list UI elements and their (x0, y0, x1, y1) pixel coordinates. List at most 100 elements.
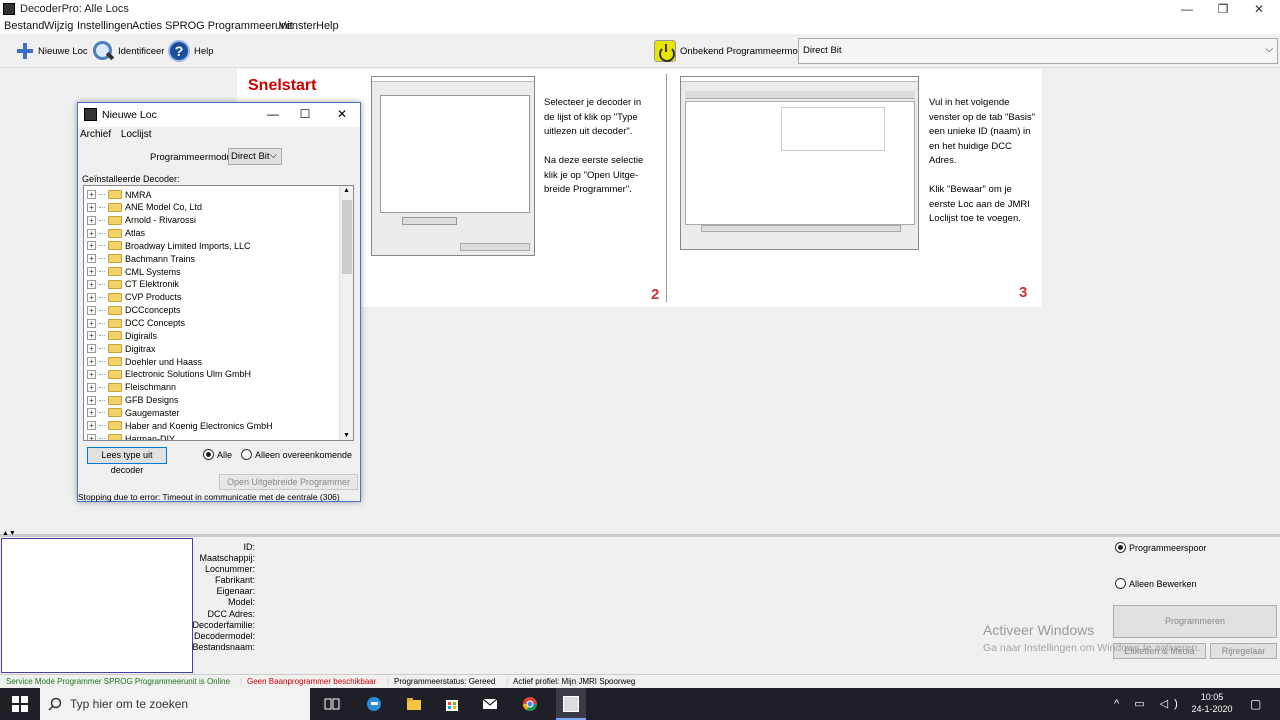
expand-icon[interactable]: + (87, 292, 96, 302)
menu-sprog[interactable]: SPROG Programmeerunit (165, 20, 293, 32)
decoder-tree-item[interactable]: + Gaugemaster (87, 406, 180, 419)
search-icon (48, 697, 62, 714)
clock-date: 24-1-2020 (1191, 704, 1233, 714)
decoder-tree-item[interactable]: + ANE Model Co, Ltd (87, 201, 202, 214)
expand-icon[interactable]: + (87, 202, 96, 212)
throttle-button[interactable]: Rijregelaar (1210, 643, 1277, 659)
scrollbar-thumb[interactable] (342, 200, 352, 274)
radio-matching[interactable]: Alleen overeenkomende (241, 449, 352, 460)
expand-icon[interactable]: + (87, 318, 96, 328)
identify-button[interactable]: Identificeer (92, 40, 164, 62)
dialog-prog-mode-select[interactable]: Direct Bit ⌵ (228, 148, 282, 165)
scroll-down-icon[interactable]: ▼ (343, 432, 350, 439)
expand-icon[interactable]: + (87, 382, 96, 392)
decoder-tree-item[interactable]: + CVP Products (87, 291, 181, 304)
radio-edit-only[interactable]: Alleen Bewerken (1115, 578, 1197, 589)
decoder-tree[interactable]: + NMRA + ANE Model Co, Ltd + Arnold - Rivaros… (83, 185, 354, 441)
taskbar-decoderpro-button[interactable] (556, 688, 586, 720)
open-programmer-button[interactable]: Open Uitgebreide Programmer (219, 474, 358, 490)
expand-icon[interactable]: + (87, 395, 96, 405)
decoder-tree-item[interactable]: + GFB Designs (87, 394, 179, 407)
radio-all-label: Alle (217, 449, 233, 460)
decoder-tree-item[interactable]: + Fleischmann (87, 381, 176, 394)
expand-icon[interactable]: + (87, 408, 96, 418)
power-button[interactable]: Onbekend Programmeermodus (654, 40, 813, 62)
decoder-tree-item[interactable]: + Digirails (87, 329, 157, 342)
notification-icon[interactable]: ▢ (1250, 697, 1261, 711)
decoder-tree-item[interactable]: + CML Systems (87, 265, 181, 278)
expand-icon[interactable]: + (87, 228, 96, 238)
dialog-menu-loclijst[interactable]: Loclijst (121, 129, 152, 140)
menu-wijzig[interactable]: Wijzig (44, 20, 73, 32)
expand-icon[interactable]: + (87, 279, 96, 289)
decoder-tree-item[interactable]: + Harman-DIY (87, 432, 175, 440)
decoder-tree-item[interactable]: + DCCconcepts (87, 304, 181, 317)
dialog-close-button[interactable]: ✕ (327, 107, 357, 121)
decoder-tree-item[interactable]: + NMRA (87, 188, 152, 201)
radio-programming-track-label: Programmeerspoor (1129, 542, 1207, 553)
expand-icon[interactable]: + (87, 344, 96, 354)
expand-icon[interactable]: + (87, 421, 96, 431)
expand-icon[interactable]: + (87, 215, 96, 225)
radio-all-indicator[interactable] (203, 449, 214, 460)
taskbar-search-input[interactable]: Typ hier om te zoeken (40, 688, 310, 720)
decoder-tree-item-label: Gaugemaster (125, 407, 180, 418)
decoder-tree-item[interactable]: + Electronic Solutions Ulm GmbH (87, 368, 251, 381)
expand-icon[interactable]: + (87, 241, 96, 251)
decoder-tree-item[interactable]: + Haber and Koenig Electronics GmbH (87, 419, 273, 432)
store-icon[interactable] (444, 696, 460, 712)
new-loc-button[interactable]: Nieuwe Loc (16, 40, 88, 62)
clock[interactable]: 10:05 24-1-2020 (1190, 692, 1234, 714)
menu-venster[interactable]: Venster (279, 20, 316, 32)
menu-help[interactable]: Help (316, 20, 339, 32)
radio-edit-only-indicator[interactable] (1115, 578, 1126, 589)
windows-start-icon[interactable] (12, 696, 28, 712)
decoder-tree-item[interactable]: + Bachmann Trains (87, 252, 195, 265)
help-label: Help (194, 45, 214, 57)
decoder-tree-item[interactable]: + Broadway Limited Imports, LLC (87, 239, 251, 252)
task-view-icon[interactable] (324, 696, 340, 712)
decoder-tree-item[interactable]: + Doehler und Haass (87, 355, 202, 368)
folder-icon (108, 357, 122, 367)
tree-scrollbar[interactable]: ▲ ▼ (339, 186, 353, 440)
folder-icon (108, 202, 122, 212)
decoder-tree-item[interactable]: + CT Elektronik (87, 278, 179, 291)
roster-field-labels: ID: Maatschappij: Locnummer: Fabrikant: Eige… (180, 542, 255, 653)
expand-icon[interactable]: + (87, 267, 96, 277)
decoder-tree-item[interactable]: + Atlas (87, 227, 145, 240)
folder-icon (108, 344, 122, 354)
dialog-menu-archief[interactable]: Archief (80, 129, 111, 140)
edge-icon[interactable] (366, 696, 382, 712)
dialog-minimize-button[interactable]: — (258, 107, 288, 121)
roster-field-label: Bestandsnaam: (192, 641, 255, 652)
system-tray-icons[interactable]: ^ ▭ ◁) (1114, 697, 1184, 710)
file-explorer-icon[interactable] (406, 696, 422, 712)
mail-icon[interactable] (482, 696, 498, 712)
dialog-maximize-button[interactable]: ☐ (290, 107, 320, 121)
scroll-up-icon[interactable]: ▲ (343, 187, 350, 194)
close-button[interactable]: ✕ (1236, 0, 1280, 18)
expand-icon[interactable]: + (87, 190, 96, 199)
expand-icon[interactable]: + (87, 331, 96, 341)
splitter-arrows-icon[interactable]: ▲▼ (2, 530, 16, 537)
prog-mode-select[interactable]: Direct Bit ⌵ (798, 38, 1278, 64)
decoder-tree-item[interactable]: + Digitrax (87, 342, 156, 355)
decoder-tree-item[interactable]: + DCC Concepts (87, 317, 185, 330)
menu-acties[interactable]: Acties (132, 20, 162, 32)
menu-bestand[interactable]: Bestand (4, 20, 44, 32)
expand-icon[interactable]: + (87, 434, 96, 440)
radio-programming-track[interactable]: Programmeerspoor (1115, 542, 1207, 553)
radio-programming-track-indicator[interactable] (1115, 542, 1126, 553)
expand-icon[interactable]: + (87, 305, 96, 315)
expand-icon[interactable]: + (87, 357, 96, 367)
read-type-button[interactable]: Lees type uit decoder (87, 447, 167, 475)
chrome-icon[interactable] (522, 696, 538, 712)
radio-matching-indicator[interactable] (241, 449, 252, 460)
help-button[interactable]: ? Help (168, 40, 214, 62)
decoder-tree-item[interactable]: + Arnold - Rivarossi (87, 214, 196, 227)
expand-icon[interactable]: + (87, 254, 96, 264)
expand-icon[interactable]: + (87, 369, 96, 379)
program-button[interactable]: Programmeren (1113, 605, 1277, 638)
menu-instellingen[interactable]: Instellingen (77, 20, 133, 32)
radio-all[interactable]: Alle (203, 449, 232, 460)
